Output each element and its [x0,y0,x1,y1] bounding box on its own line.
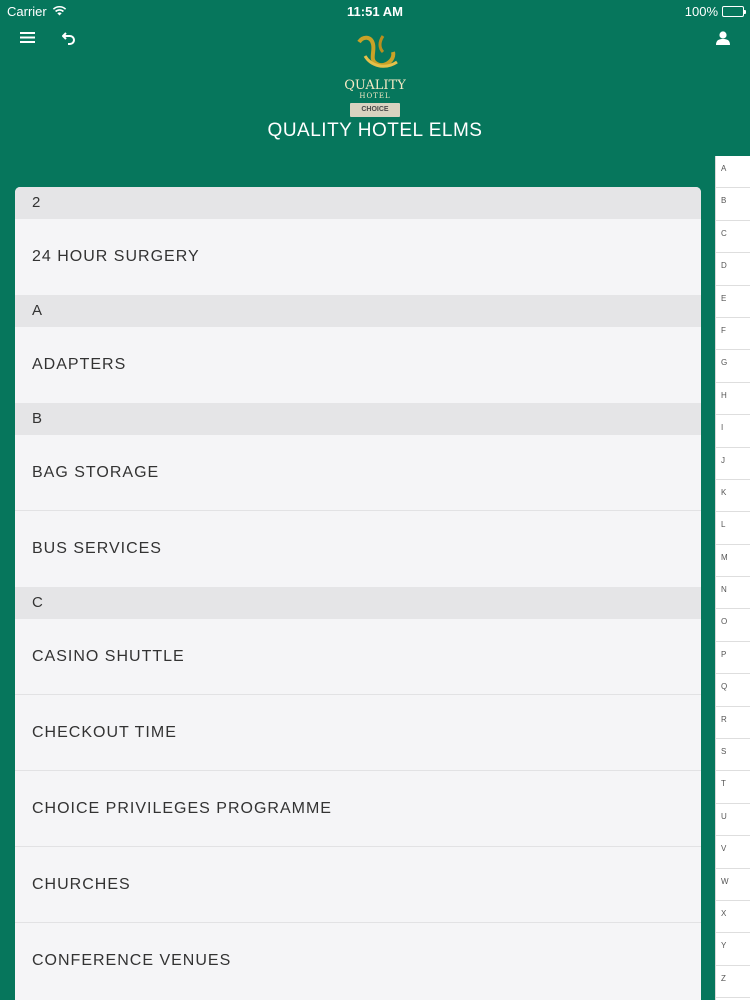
list-item-label: CHURCHES [32,875,131,893]
alpha-index-letter[interactable]: O [716,609,750,642]
alpha-index-letter[interactable]: U [716,804,750,837]
logo-sub: HOTEL [359,92,391,100]
logo-swirl-icon [357,35,398,68]
list-item-label: BAG STORAGE [32,463,160,481]
section-header: C [15,587,701,619]
list-item-label: 24 HOUR SURGERY [32,248,200,265]
list-item-label: CHECKOUT TIME [32,723,177,741]
hotel-logo: QUALITY HOTEL CHOICE [340,34,410,117]
page-title: QUALITY HOTEL ELMS [267,120,483,141]
alpha-index-letter[interactable]: X [716,901,750,934]
list-item-label: CHOICE PRIVILEGES PROGRAMME [32,799,332,817]
list-item[interactable]: CONFERENCE VENUES [15,923,701,999]
alpha-index-letter[interactable]: W [716,869,750,901]
alpha-index-letter[interactable]: H [716,383,750,416]
alpha-index-letter[interactable]: B [716,188,750,221]
alpha-index-letter[interactable]: T [716,771,750,804]
list-item[interactable]: CHOICE PRIVILEGES PROGRAMME [15,771,701,847]
alpha-index-letter[interactable]: Y [716,933,750,966]
alpha-index-letter[interactable]: Z [716,966,750,999]
list-item[interactable]: BUS SERVICES [15,511,701,587]
alpha-index-letter[interactable]: A [716,156,750,189]
alpha-index-letter[interactable]: G [716,350,750,383]
list-item[interactable]: CHURCHES [15,847,701,923]
logo-brand: QUALITY [344,78,406,93]
battery-percent: 100% [684,4,718,19]
menu-button[interactable] [14,27,40,53]
hamburger-icon [19,31,35,49]
status-bar: Carrier 11:51 AM 100% [0,0,750,22]
alpha-index-letter[interactable]: M [716,545,750,578]
list-item[interactable]: CASINO SHUTTLE [15,619,701,695]
back-button[interactable] [56,27,82,53]
alpha-index-letter[interactable]: D [716,253,750,286]
alpha-index-letter[interactable]: L [716,512,750,545]
undo-icon [61,31,76,50]
alpha-index-letter[interactable]: R [716,707,750,740]
status-time: 11:51 AM [347,4,403,19]
section-header: 2 [15,187,701,219]
list-item-label: CASINO SHUTTLE [32,647,185,665]
alpha-index-letter[interactable]: C [716,221,750,254]
alpha-index-letter[interactable]: E [716,286,750,318]
list-item[interactable]: ADAPTERS [15,327,701,403]
list-item[interactable]: BAG STORAGE [15,435,701,511]
list-item[interactable]: CHECKOUT TIME [15,695,701,771]
section-header: A [15,295,701,327]
alpha-index: ABCDEFGHIJKLMNOPQRSTUVWXYZ [715,156,750,1000]
list-item-label: BUS SERVICES [32,540,162,557]
list-item[interactable]: 24 HOUR SURGERY [15,219,701,295]
directory-list: 2 24 HOUR SURGERY A ADAPTERS B BAG STORAGE BUS… [15,187,701,1000]
alpha-index-letter[interactable]: K [716,480,750,513]
alpha-index-letter[interactable]: J [716,448,750,480]
logo-choice-badge: CHOICE [350,103,400,117]
battery-info: 100% [684,4,746,19]
user-icon [716,30,730,50]
list-item-label: CONFERENCE VENUES [32,952,232,969]
alpha-index-letter[interactable]: F [716,318,750,351]
alpha-index-letter[interactable]: Q [716,674,750,707]
alpha-index-letter[interactable]: N [716,577,750,610]
user-button[interactable] [710,27,736,53]
alpha-index-letter[interactable]: S [716,739,750,772]
alpha-index-letter[interactable]: V [716,836,750,869]
alpha-index-letter[interactable]: P [716,642,750,675]
section-header: B [15,403,701,435]
alpha-index-letter[interactable]: I [716,415,750,448]
battery-icon [722,6,746,17]
list-item-label: ADAPTERS [32,356,127,373]
